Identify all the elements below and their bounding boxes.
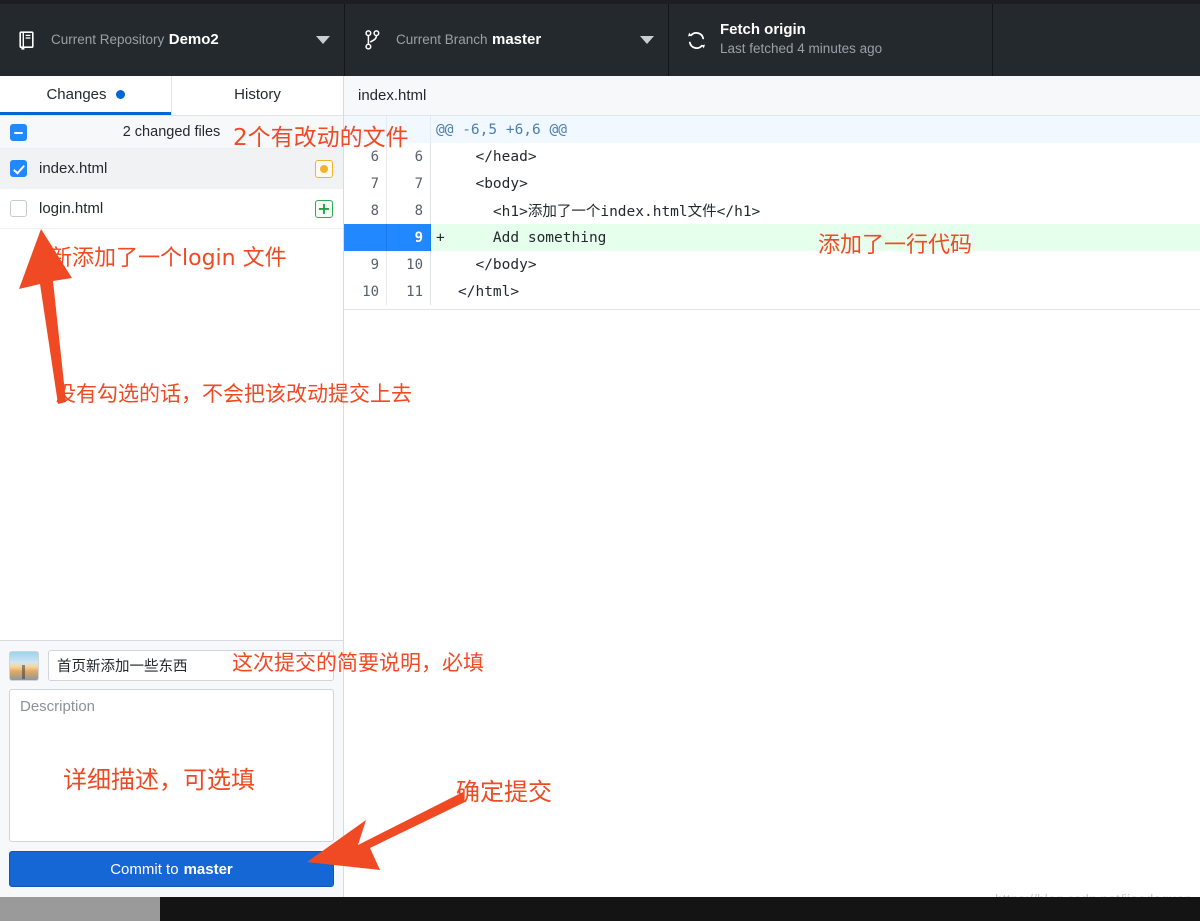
chevron-down-icon[interactable] xyxy=(316,36,330,44)
tab-history-label: History xyxy=(234,85,281,103)
diff-marker xyxy=(436,203,458,219)
sidebar: Changes History 2 changed files index.ht… xyxy=(0,76,344,897)
diff-code-text: @@ -6,5 +6,6 @@ xyxy=(431,116,1200,143)
gutter-old: 7 xyxy=(344,170,387,197)
diff-code-text: </html> xyxy=(431,278,1200,305)
diff-code-body: </html> xyxy=(458,283,520,300)
modified-dot-icon xyxy=(315,159,333,178)
gutter-new: 6 xyxy=(387,143,431,170)
gutter-new: 8 xyxy=(387,197,431,224)
select-all-checkbox[interactable] xyxy=(10,123,27,141)
diff-line-context[interactable]: 10 11 </html> xyxy=(344,278,1200,305)
top-toolbar: Current Repository Demo2 Current Branch … xyxy=(0,0,1200,76)
commit-description-input[interactable]: Description xyxy=(9,689,334,842)
repository-book-icon xyxy=(14,25,40,55)
diff-code-text: </body> xyxy=(431,251,1200,278)
current-repository-button[interactable]: Current Repository Demo2 xyxy=(0,4,345,76)
diff-code-body: </body> xyxy=(458,256,537,273)
diff-empty-space xyxy=(344,310,1200,897)
github-desktop-window: Current Repository Demo2 Current Branch … xyxy=(0,0,1200,921)
file-name-index-html: index.html xyxy=(39,160,108,177)
bottom-bar-left-segment xyxy=(0,897,160,921)
diff-content: @@ -6,5 +6,6 @@ 6 6 </head> 7 7 <body> 8… xyxy=(344,116,1200,310)
gutter-new: 11 xyxy=(387,278,431,305)
diff-marker xyxy=(436,284,458,300)
repository-label: Current Repository xyxy=(51,32,165,47)
gutter-old: 10 xyxy=(344,278,387,305)
commit-area: Description Commit to master xyxy=(0,640,343,897)
branch-icon xyxy=(359,25,385,55)
diff-code-text: + Add something xyxy=(431,224,1200,251)
file-row-login-html[interactable]: login.html xyxy=(0,189,343,229)
diff-line-context[interactable]: 9 10 </body> xyxy=(344,251,1200,278)
changes-header-row: 2 changed files xyxy=(0,116,343,149)
avatar xyxy=(9,650,39,681)
diff-code-body: </head> xyxy=(458,148,537,165)
file-checkbox-login-html[interactable] xyxy=(10,200,27,217)
branch-name: master xyxy=(492,31,542,48)
gutter-new xyxy=(387,116,431,143)
gutter-old xyxy=(344,116,387,143)
commit-summary-input[interactable] xyxy=(48,650,334,681)
gutter-old: 6 xyxy=(344,143,387,170)
diff-marker xyxy=(436,257,458,273)
gutter-old xyxy=(344,224,387,251)
branch-label: Current Branch xyxy=(396,32,488,47)
diff-line-added[interactable]: 9 + Add something xyxy=(344,224,1200,251)
commit-button-prefix: Commit to xyxy=(110,860,179,878)
gutter-new: 9 xyxy=(387,224,431,251)
diff-code-text: </head> xyxy=(431,143,1200,170)
diff-line-context[interactable]: 8 8 <h1>添加了一个index.html文件</h1> xyxy=(344,197,1200,224)
diff-line-context[interactable]: 7 7 <body> xyxy=(344,170,1200,197)
toolbar-empty-region xyxy=(993,4,1200,76)
diff-code-body: Add something xyxy=(458,229,607,246)
sidebar-tabs: Changes History xyxy=(0,76,343,116)
diff-line-hunk[interactable]: @@ -6,5 +6,6 @@ xyxy=(344,116,1200,143)
new-plus-icon xyxy=(315,199,333,218)
commit-to-master-button[interactable]: Commit to master xyxy=(9,851,334,887)
diff-file-name: index.html xyxy=(358,87,427,104)
tab-history[interactable]: History xyxy=(172,76,343,115)
diff-code-body: <body> xyxy=(458,175,528,192)
diff-marker: + xyxy=(436,229,445,246)
gutter-old: 8 xyxy=(344,197,387,224)
repository-name: Demo2 xyxy=(168,31,219,48)
tab-changes-label: Changes xyxy=(46,85,107,103)
gutter-new: 10 xyxy=(387,251,431,278)
diff-line-context[interactable]: 6 6 </head> xyxy=(344,143,1200,170)
commit-button-branch: master xyxy=(183,860,233,878)
current-branch-button[interactable]: Current Branch master xyxy=(345,4,669,76)
file-row-index-html[interactable]: index.html xyxy=(0,149,343,189)
tab-changes[interactable]: Changes xyxy=(0,76,171,115)
diff-code-body: <h1>添加了一个index.html文件</h1> xyxy=(458,204,761,220)
chevron-down-icon[interactable] xyxy=(640,36,654,44)
commit-description-placeholder: Description xyxy=(20,698,96,715)
file-list-empty-space xyxy=(0,229,343,640)
commit-summary-row xyxy=(9,650,334,681)
fetch-title: Fetch origin xyxy=(720,20,806,38)
file-checkbox-index-html[interactable] xyxy=(10,160,27,177)
bottom-bar xyxy=(0,897,1200,921)
fetch-origin-button[interactable]: Fetch origin Last fetched 4 minutes ago xyxy=(669,4,993,76)
diff-marker xyxy=(436,176,458,192)
diff-pane: index.html @@ -6,5 +6,6 @@ 6 6 </head> 7… xyxy=(344,76,1200,897)
diff-code-text: <body> xyxy=(431,170,1200,197)
changed-files-count: 2 changed files xyxy=(122,124,221,140)
gutter-new: 7 xyxy=(387,170,431,197)
gutter-old: 9 xyxy=(344,251,387,278)
diff-code-text: <h1>添加了一个index.html文件</h1> xyxy=(431,197,1200,224)
fetch-subtitle: Last fetched 4 minutes ago xyxy=(720,41,883,57)
diff-marker xyxy=(436,149,458,165)
sync-icon xyxy=(683,25,709,55)
file-name-login-html: login.html xyxy=(39,200,104,217)
diff-file-title: index.html xyxy=(344,76,1200,116)
changes-indicator-dot-icon xyxy=(115,89,125,99)
